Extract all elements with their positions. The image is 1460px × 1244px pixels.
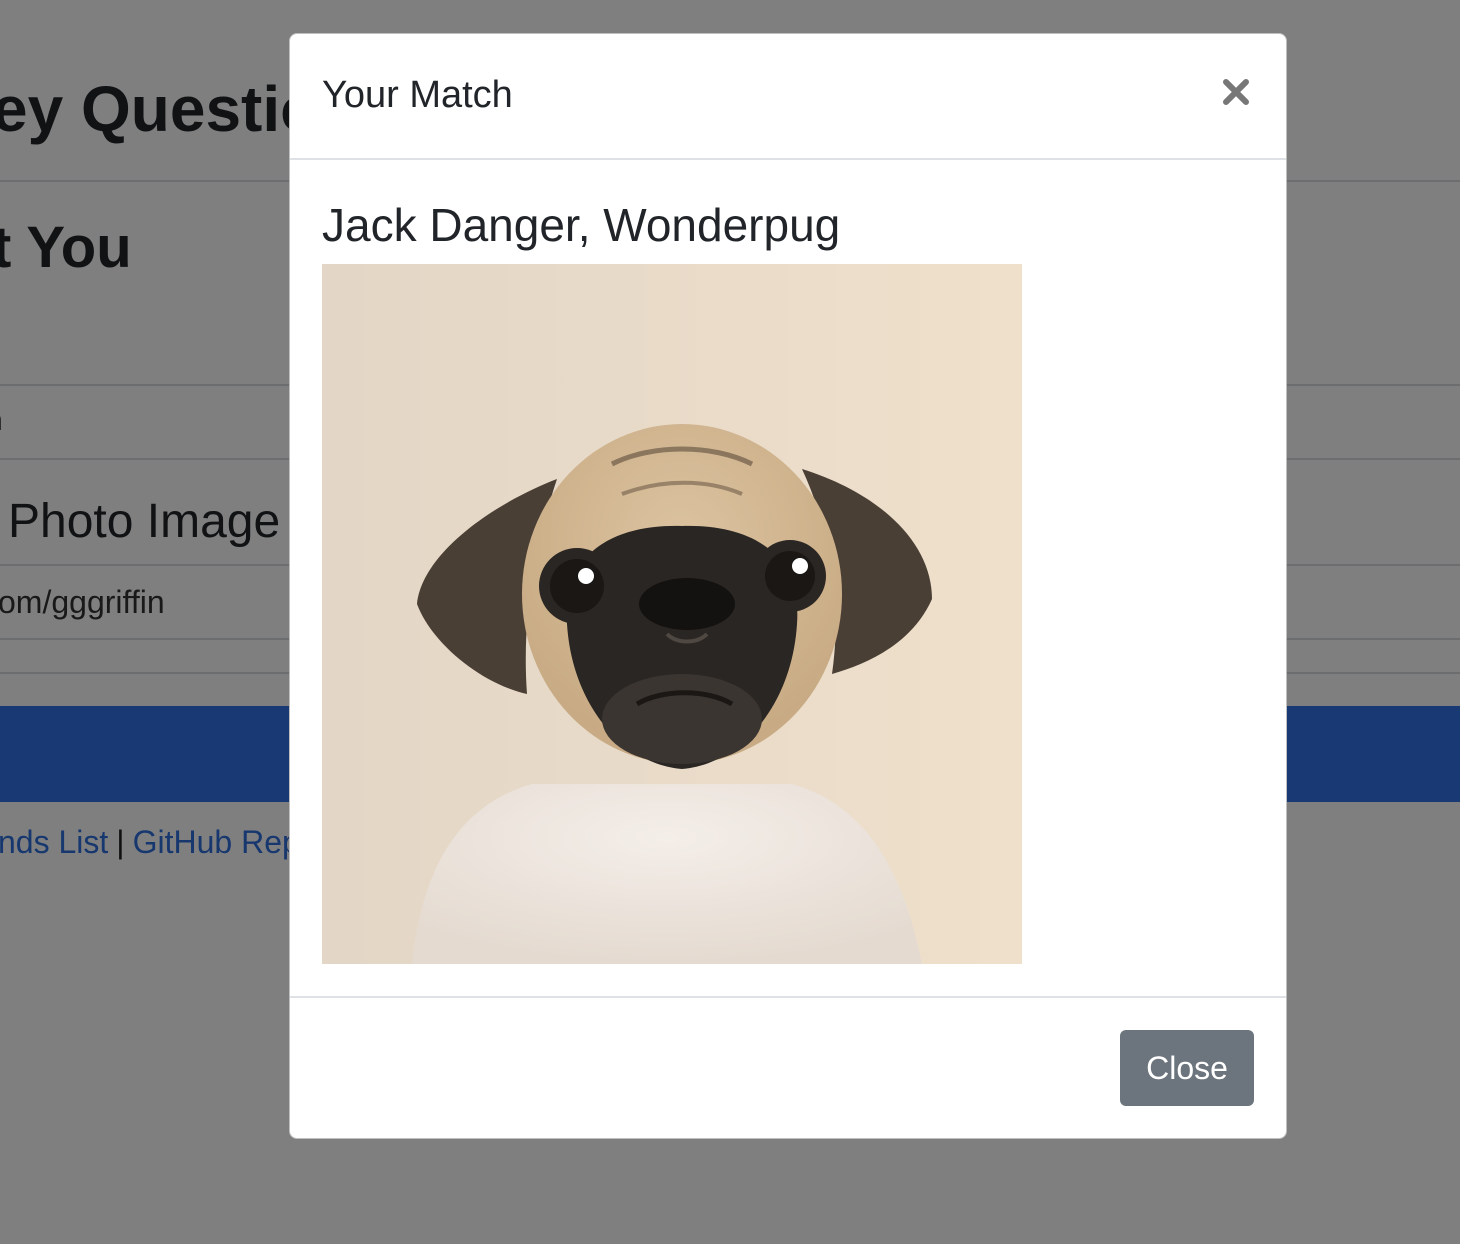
modal-body: Jack Danger, Wonderpug bbox=[290, 160, 1286, 998]
pug-photo bbox=[322, 264, 1022, 964]
match-name: Jack Danger, Wonderpug bbox=[322, 199, 841, 251]
modal-footer: Close bbox=[290, 998, 1286, 1138]
modal-title: Your Match bbox=[322, 74, 513, 116]
close-icon[interactable] bbox=[1216, 70, 1256, 114]
modal-header: Your Match bbox=[290, 34, 1286, 160]
match-modal: Your Match Jack Danger, Wonderpug Close bbox=[289, 33, 1287, 1139]
close-button[interactable]: Close bbox=[1120, 1030, 1254, 1106]
